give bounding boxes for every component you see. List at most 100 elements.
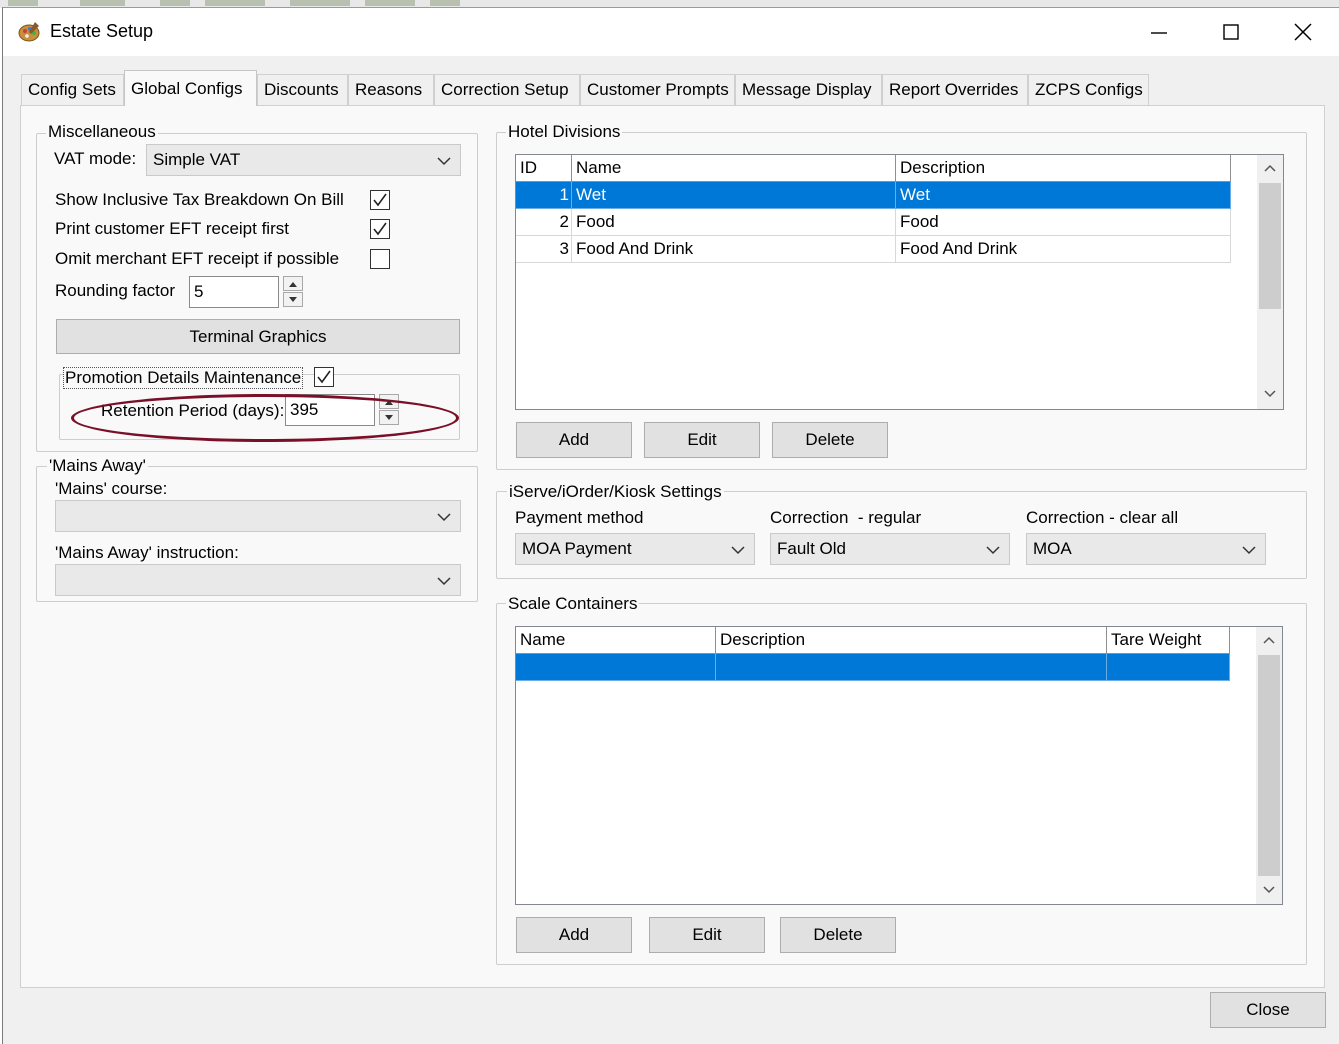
vat-mode-combo[interactable]: Simple VAT: [146, 144, 461, 176]
maximize-button[interactable]: [1197, 8, 1265, 56]
tab-zcps-configs[interactable]: ZCPS Configs: [1028, 74, 1149, 105]
vertical-scrollbar[interactable]: [1257, 155, 1283, 409]
tab-message-display[interactable]: Message Display: [735, 74, 882, 105]
maximize-icon: [1223, 24, 1239, 40]
rounding-factor-value: 5: [194, 282, 204, 301]
column-header-tare-weight[interactable]: Tare Weight: [1107, 627, 1230, 654]
hotel-divisions-edit-button[interactable]: Edit: [644, 422, 760, 458]
correction-clear-label: Correction - clear all: [1026, 508, 1179, 527]
vat-mode-value: Simple VAT: [153, 150, 241, 169]
correction-clear-combo[interactable]: MOA: [1026, 533, 1266, 565]
correction-regular-combo[interactable]: Fault Old: [770, 533, 1010, 565]
print-customer-eft-checkbox[interactable]: [370, 219, 390, 239]
correction-regular-label: Correction - regular: [770, 508, 922, 527]
show-inclusive-tax-checkbox[interactable]: [370, 190, 390, 210]
scroll-up-arrow-icon[interactable]: [1256, 627, 1282, 653]
retention-period-label: Retention Period (days):: [101, 401, 285, 420]
tab-report-overrides[interactable]: Report Overrides: [882, 74, 1028, 105]
retention-period-spinner[interactable]: [379, 394, 399, 426]
vertical-scrollbar[interactable]: [1256, 627, 1282, 904]
cell-name: Wet: [572, 182, 896, 209]
scrollbar-thumb[interactable]: [1259, 183, 1281, 309]
hotel-divisions-delete-button[interactable]: Delete: [772, 422, 888, 458]
scale-containers-delete-button[interactable]: Delete: [780, 917, 896, 953]
print-customer-eft-label: Print customer EFT receipt first: [55, 219, 289, 238]
column-header-description[interactable]: Description: [716, 627, 1107, 654]
up-arrow-icon: [385, 399, 393, 405]
spin-down-button[interactable]: [283, 292, 303, 307]
cell-id: 1: [516, 182, 572, 209]
omit-merchant-eft-label: Omit merchant EFT receipt if possible: [55, 249, 340, 268]
scroll-up-arrow-icon[interactable]: [1257, 155, 1283, 181]
up-arrow-icon: [289, 281, 297, 287]
cell-description: Food: [896, 209, 1231, 236]
correction-regular-value: Fault Old: [777, 539, 846, 558]
promotion-details-checkbox[interactable]: [314, 367, 334, 387]
cell-description: Food And Drink: [896, 236, 1231, 263]
mains-course-label: 'Mains' course:: [55, 479, 168, 498]
cell-description: Wet: [896, 182, 1231, 209]
hotel-divisions-header: ID Name Description: [516, 155, 1231, 182]
close-window-button[interactable]: [1269, 8, 1337, 56]
retention-period-input[interactable]: 395: [285, 394, 375, 426]
checkmark-icon: [373, 193, 387, 207]
chevron-down-icon: [437, 513, 451, 522]
mains-away-instruction-combo[interactable]: [55, 564, 461, 596]
spin-up-button[interactable]: [283, 276, 303, 291]
spin-up-button[interactable]: [379, 394, 399, 409]
cell-name: Food: [572, 209, 896, 236]
miscellaneous-group-label: Miscellaneous: [46, 122, 158, 142]
tab-config-sets[interactable]: Config Sets: [21, 74, 124, 105]
chevron-down-icon: [1242, 546, 1256, 555]
cell-tare-weight: [1107, 654, 1230, 681]
hotel-divisions-list[interactable]: ID Name Description 1 Wet Wet 2 Food Foo…: [515, 154, 1284, 410]
tab-discounts[interactable]: Discounts: [257, 74, 348, 105]
close-icon: [1294, 23, 1312, 41]
close-button[interactable]: Close: [1210, 992, 1326, 1028]
mains-away-instruction-label: 'Mains Away' instruction:: [55, 543, 239, 562]
cell-description: [716, 654, 1107, 681]
checkmark-icon: [317, 370, 331, 384]
table-row[interactable]: 3 Food And Drink Food And Drink: [516, 236, 1231, 263]
title-bar[interactable]: Estate Setup: [3, 8, 1339, 56]
scale-containers-edit-button[interactable]: Edit: [649, 917, 765, 953]
scroll-down-arrow-icon[interactable]: [1256, 877, 1282, 903]
column-header-name[interactable]: Name: [572, 155, 896, 182]
tab-reasons[interactable]: Reasons: [348, 74, 434, 105]
window-title: Estate Setup: [50, 21, 154, 41]
scrollbar-thumb[interactable]: [1258, 655, 1280, 876]
spin-down-button[interactable]: [379, 410, 399, 425]
table-row[interactable]: [516, 654, 1230, 681]
terminal-graphics-button[interactable]: Terminal Graphics: [56, 319, 460, 354]
table-row[interactable]: 2 Food Food: [516, 209, 1231, 236]
column-header-description[interactable]: Description: [896, 155, 1231, 182]
promotion-details-label[interactable]: Promotion Details Maintenance: [63, 367, 304, 389]
scale-containers-add-button[interactable]: Add: [516, 917, 632, 953]
column-header-name[interactable]: Name: [516, 627, 716, 654]
tab-correction-setup[interactable]: Correction Setup: [434, 74, 580, 105]
tab-global-configs[interactable]: Global Configs: [124, 70, 257, 106]
chevron-down-icon: [731, 546, 745, 555]
minimize-button[interactable]: [1125, 8, 1193, 56]
scroll-down-arrow-icon[interactable]: [1257, 381, 1283, 407]
scale-containers-header: Name Description Tare Weight: [516, 627, 1230, 654]
correction-clear-value: MOA: [1033, 539, 1072, 558]
scale-containers-list[interactable]: Name Description Tare Weight: [515, 626, 1283, 905]
iserve-settings-group-label: iServe/iOrder/Kiosk Settings: [507, 482, 724, 502]
table-row[interactable]: 1 Wet Wet: [516, 182, 1231, 209]
chevron-down-icon: [437, 157, 451, 166]
mains-away-group-label: 'Mains Away': [47, 456, 148, 476]
mains-course-combo[interactable]: [55, 500, 461, 532]
payment-method-combo[interactable]: MOA Payment: [515, 533, 755, 565]
column-header-id[interactable]: ID: [516, 155, 572, 182]
cell-name: [516, 654, 716, 681]
chevron-down-icon: [986, 546, 1000, 555]
rounding-factor-spinner[interactable]: [283, 276, 303, 308]
omit-merchant-eft-checkbox[interactable]: [370, 249, 390, 269]
rounding-factor-input[interactable]: 5: [189, 276, 279, 308]
cell-id: 3: [516, 236, 572, 263]
hotel-divisions-add-button[interactable]: Add: [516, 422, 632, 458]
scale-containers-group-label: Scale Containers: [506, 594, 640, 614]
tab-customer-prompts[interactable]: Customer Prompts: [580, 74, 735, 105]
rounding-factor-label: Rounding factor: [55, 281, 176, 300]
